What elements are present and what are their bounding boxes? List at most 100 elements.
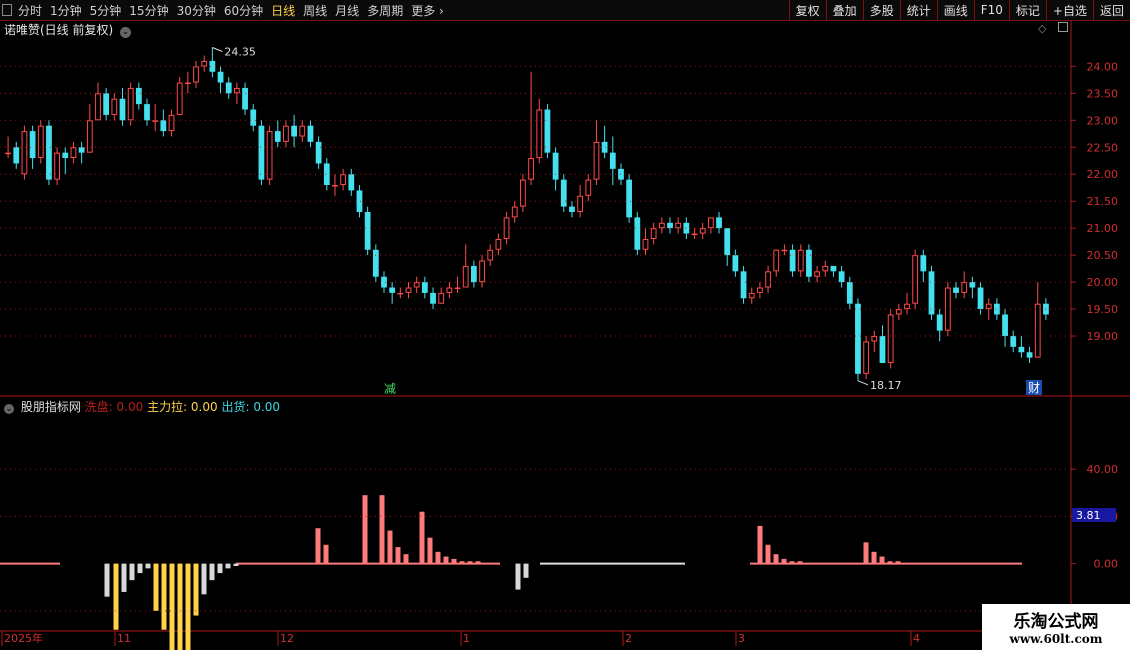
indicator-bar	[145, 563, 151, 569]
indicator-bar	[323, 544, 329, 564]
indicator-bar	[523, 563, 529, 578]
indicator-bar	[781, 558, 787, 564]
candle-body	[552, 152, 559, 180]
indicator-bar	[153, 563, 159, 611]
candle-body	[814, 271, 820, 277]
indicator-bar	[427, 537, 433, 564]
price-tick-label: 23.00	[1087, 114, 1119, 127]
price-tick-label: 20.50	[1087, 249, 1119, 262]
candle-body	[413, 282, 420, 288]
candle-body	[315, 141, 322, 164]
candle-body	[879, 336, 886, 364]
candle-body	[168, 114, 175, 132]
marker-reduce: 减	[384, 382, 396, 396]
candle-body	[430, 292, 436, 304]
indicator-bar	[451, 558, 457, 564]
time-label: 2025年	[4, 631, 43, 645]
candle-body	[54, 152, 61, 180]
candle-body	[470, 265, 477, 283]
indicator-bar	[443, 556, 449, 564]
candles-layer: 24.35 18.17 减 财	[5, 45, 1049, 396]
chart-canvas: 24.3518.17减财 24.0023.5023.0022.5022.0021…	[0, 20, 1130, 650]
candle-body	[291, 125, 297, 137]
high-pointer	[212, 47, 223, 52]
candle-body	[103, 93, 110, 115]
candle-body	[307, 125, 314, 142]
candle-body	[830, 265, 837, 272]
price-tick-label: 19.00	[1087, 330, 1119, 343]
candle-body	[838, 271, 845, 283]
time-label: 12	[280, 632, 294, 645]
candle-body	[944, 287, 951, 331]
candle-body	[528, 158, 534, 180]
candle-body	[993, 303, 1000, 315]
axes-layer: 24.00 23.50 23.00 22.50 22.00 21.50 21.00 20.50…	[0, 60, 1118, 646]
candle-body	[217, 71, 224, 83]
candle-body	[683, 222, 690, 234]
candle-body	[912, 255, 919, 304]
candle-body	[201, 60, 208, 67]
watermark: 乐淘公式网 www.60lt.com	[982, 604, 1130, 650]
time-label: 1	[463, 632, 470, 645]
candle-body	[119, 98, 126, 121]
low-label: 18.17	[870, 379, 902, 392]
indicator-bar	[169, 563, 175, 650]
candle-body	[667, 222, 673, 229]
candle-body	[822, 265, 829, 272]
indicator-bar	[121, 563, 127, 592]
candle-body	[650, 228, 657, 239]
candle-body	[37, 125, 44, 159]
candle-body	[577, 195, 584, 212]
candle-body	[773, 249, 780, 272]
candle-body	[389, 287, 396, 293]
candle-body	[421, 282, 428, 293]
candle-body	[789, 249, 796, 272]
indicator-bar	[871, 551, 877, 564]
candle-body	[953, 287, 959, 293]
current-value-label: 3.81	[1076, 509, 1101, 522]
candle-body	[438, 292, 445, 304]
candle-body	[732, 255, 739, 272]
candle-body	[863, 341, 870, 374]
candle-body	[1010, 336, 1017, 347]
candle-body	[1002, 314, 1008, 337]
candle-body	[95, 93, 101, 121]
indicator-bar	[129, 563, 135, 581]
candle-body	[266, 131, 273, 180]
candle-body	[29, 131, 36, 159]
indicator-bar	[185, 563, 191, 650]
price-tick-label: 20.00	[1087, 276, 1119, 289]
candle-body	[658, 222, 665, 229]
candle-body	[511, 206, 518, 218]
candle-body	[234, 87, 240, 94]
candle-body	[1026, 352, 1033, 358]
candle-body	[904, 303, 910, 310]
candle-body	[225, 82, 232, 94]
indicator-bar	[161, 563, 167, 630]
indicator-bars-layer	[0, 495, 1022, 650]
indicator-bar	[193, 563, 199, 616]
candle-body	[454, 287, 461, 290]
candle-body	[871, 336, 878, 342]
time-label: 4	[913, 632, 920, 645]
candle-body	[283, 125, 289, 142]
candle-body	[503, 217, 510, 239]
candle-body	[642, 238, 649, 250]
high-label: 24.35	[224, 45, 256, 58]
candle-body	[364, 212, 371, 250]
candle-body	[1034, 303, 1041, 358]
candle-body	[176, 82, 183, 115]
candle-body	[144, 104, 150, 121]
candle-body	[372, 249, 379, 277]
candle-body	[748, 292, 755, 299]
candle-body	[560, 179, 567, 207]
candle-body	[593, 141, 600, 180]
candle-body	[111, 98, 118, 115]
chart-frame	[0, 20, 1130, 650]
candle-body	[348, 174, 355, 191]
price-tick-label: 24.00	[1087, 60, 1119, 73]
candle-body	[184, 82, 191, 85]
indicator-bar	[177, 563, 183, 650]
indicator-bar	[435, 551, 441, 564]
candle-body	[274, 131, 281, 142]
